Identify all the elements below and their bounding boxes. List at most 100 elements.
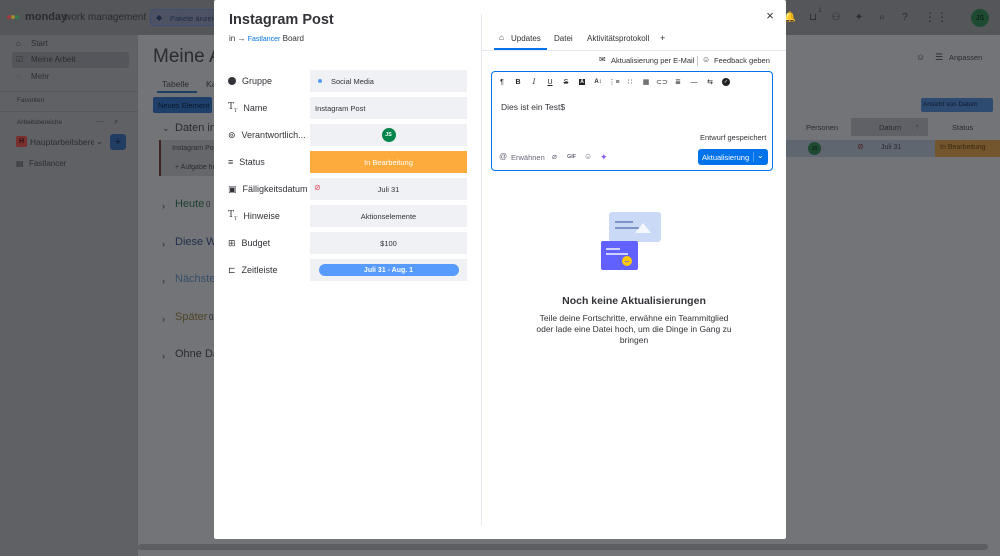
alert-icon: ⊘: [857, 142, 864, 151]
invite-icon[interactable]: ⚇: [830, 11, 842, 23]
timeline-bar: Juli 31 - Aug. 1: [318, 264, 459, 276]
checklist-icon[interactable]: ✓: [718, 75, 734, 89]
group-title[interactable]: Daten in der Vergangenheit: [175, 122, 215, 134]
mention-button[interactable]: @ Erwähnen: [499, 152, 547, 164]
chevron-down-icon[interactable]: ⌄: [162, 123, 170, 134]
underline-icon[interactable]: U: [542, 75, 558, 89]
chevron-right-icon[interactable]: ›: [162, 276, 165, 286]
horizontal-scrollbar[interactable]: [138, 544, 988, 550]
italic-icon[interactable]: I: [526, 75, 542, 89]
emoji-icon[interactable]: ☺: [584, 152, 592, 161]
text-color-icon[interactable]: A: [574, 75, 590, 89]
chevron-right-icon[interactable]: ›: [162, 201, 165, 211]
column-header-status[interactable]: Status: [952, 123, 973, 132]
divider: [0, 111, 138, 112]
view-by-button[interactable]: Ansicht von Datum: [921, 98, 993, 112]
add-task-link[interactable]: + Aufgabe hinzufügen: [175, 164, 217, 171]
property-label: Status: [239, 157, 265, 167]
new-item-label: Neues Element: [158, 101, 210, 110]
font-size-icon[interactable]: A↕: [590, 75, 606, 89]
update-editor[interactable]: ¶ B I U S A A↕ ⋮≡ ∷ ▦ ⊂⊃ ≣ — ⇆ ✓ Dies is…: [491, 71, 773, 171]
sliders-icon[interactable]: ☰: [935, 52, 943, 63]
feedback-label: Feedback geben: [714, 56, 770, 65]
divider: [482, 50, 786, 51]
tab-table[interactable]: Tabelle: [162, 79, 189, 89]
name-input[interactable]: Instagram Post: [310, 97, 467, 119]
tab-files[interactable]: Datei: [554, 34, 573, 43]
table-row[interactable]: Instagram Post: [172, 145, 216, 152]
grid-menu-icon[interactable]: ⋮⋮: [924, 10, 948, 24]
strikethrough-icon[interactable]: S: [558, 75, 574, 89]
group-title[interactable]: Später: [175, 311, 207, 323]
column-header-people[interactable]: Personen: [806, 123, 838, 132]
feedback-link[interactable]: ☺ Feedback geben: [702, 55, 774, 67]
apps-icon[interactable]: ✦: [853, 11, 865, 23]
direction-icon[interactable]: ⇆: [702, 75, 718, 89]
chevron-right-icon[interactable]: ›: [162, 351, 165, 361]
draft-saved-status: Entwurf gespeichert: [700, 133, 767, 142]
email-update-link[interactable]: ✉ Aktualisierung per E-Mail: [599, 55, 694, 67]
status-badge[interactable]: In Bearbeitung: [935, 140, 1000, 157]
group-title[interactable]: Nächste Woche: [175, 273, 215, 285]
chevron-right-icon[interactable]: ›: [162, 239, 165, 249]
item-title[interactable]: Instagram Post: [229, 12, 334, 28]
group-title[interactable]: Heute: [175, 198, 204, 210]
budget-value-text: $100: [380, 238, 397, 248]
search-icon[interactable]: ⌕: [876, 11, 888, 23]
gif-icon[interactable]: GIF: [567, 154, 576, 160]
tab-updates[interactable]: ⌂ Updates: [498, 32, 547, 49]
group-value[interactable]: Social Media: [310, 70, 467, 92]
budget-value[interactable]: $100: [310, 232, 467, 254]
editor-text[interactable]: Dies ist ein Test$: [501, 102, 565, 112]
sidebar-item-more[interactable]: ◌ Mehr: [12, 71, 128, 85]
due-date-value[interactable]: ⊘ Juli 31: [310, 178, 467, 200]
diamond-icon: ◆: [156, 13, 163, 22]
submit-update-button[interactable]: Aktualisierung ⌄: [698, 149, 768, 165]
workspace-selector[interactable]: H Hauptarbeitsbereich ⌄: [12, 134, 106, 150]
add-tab-button[interactable]: +: [660, 33, 665, 43]
customize-button[interactable]: Anpassen: [949, 53, 982, 62]
bullet-list-icon[interactable]: ∷: [622, 75, 638, 89]
numbered-list-icon[interactable]: ⋮≡: [606, 75, 622, 89]
chat-icon[interactable]: ☺: [916, 52, 925, 62]
table-icon[interactable]: ▦: [638, 75, 654, 89]
sidebar-item-my-work[interactable]: ☑ Meine Arbeit: [12, 52, 129, 68]
chevron-right-icon[interactable]: ›: [162, 314, 165, 324]
board-link[interactable]: Fastlancer: [248, 36, 281, 43]
bold-icon[interactable]: B: [510, 75, 526, 89]
group-title[interactable]: Diese Woche: [175, 236, 215, 248]
status-lines-icon: ≡: [228, 157, 234, 167]
status-badge[interactable]: In Bearbeitung: [310, 151, 467, 173]
calendar-icon: ▣: [228, 183, 237, 194]
paragraph-icon[interactable]: ¶: [494, 75, 510, 89]
add-workspace-button[interactable]: +: [110, 134, 126, 150]
new-item-button[interactable]: Neues Element: [153, 97, 212, 113]
ai-sparkle-icon[interactable]: ✦: [600, 152, 608, 163]
property-timeline: ⊏ Zeitleiste Juli 31 - Aug. 1: [214, 259, 474, 281]
sidebar-item-fastlancer[interactable]: ▤ Fastlancer: [12, 157, 128, 171]
attach-icon[interactable]: ⌀: [552, 152, 557, 161]
link-icon[interactable]: ⊂⊃: [654, 75, 670, 89]
row-date[interactable]: Juli 31: [881, 144, 901, 151]
help-icon[interactable]: ?: [899, 11, 911, 23]
more-options-icon[interactable]: ···: [96, 117, 104, 126]
notes-value[interactable]: Aktionselemente: [310, 205, 467, 227]
avatar[interactable]: JS: [808, 142, 821, 155]
search-icon[interactable]: ⌕: [114, 117, 118, 127]
tab-activity-log[interactable]: Aktivitätsprotokoll: [587, 34, 649, 43]
close-icon[interactable]: ×: [764, 8, 776, 23]
column-header-date-cell[interactable]: Datum ↑: [851, 118, 928, 136]
property-label: Name: [243, 103, 268, 113]
upgrade-button[interactable]: ◆ Pakete anzeigen: [150, 9, 216, 26]
chevron-down-icon[interactable]: ⌄: [757, 151, 764, 160]
tab-calendar[interactable]: Kalender: [206, 79, 214, 89]
owner-value[interactable]: JS: [310, 124, 467, 146]
upgrade-label: Pakete anzeigen: [170, 14, 215, 23]
timeline-value[interactable]: Juli 31 - Aug. 1: [310, 259, 467, 281]
horizontal-rule-icon[interactable]: —: [686, 75, 702, 89]
align-icon[interactable]: ≣: [670, 75, 686, 89]
user-avatar[interactable]: JS: [971, 9, 989, 27]
group-title[interactable]: Ohne Datum: [175, 348, 215, 360]
favorites-header[interactable]: Favoriten: [17, 97, 44, 104]
sidebar-item-start[interactable]: ⌂ Start: [12, 37, 128, 51]
